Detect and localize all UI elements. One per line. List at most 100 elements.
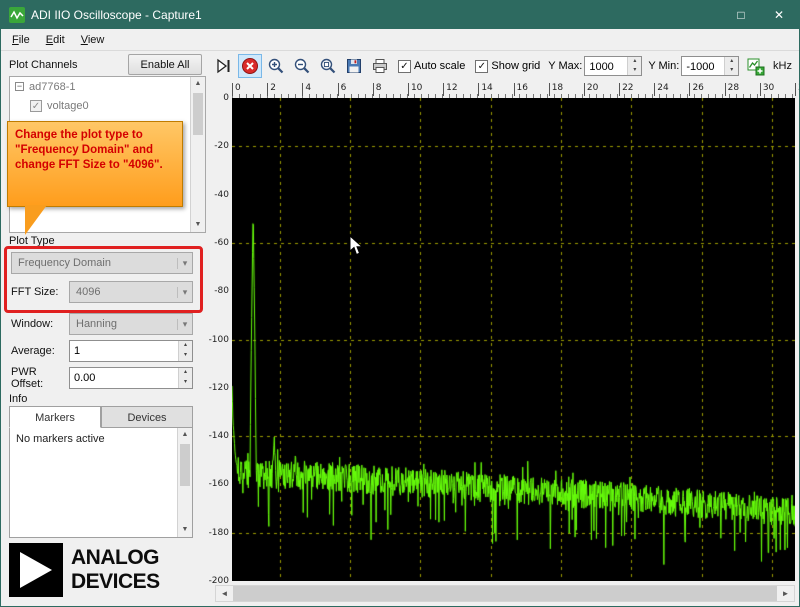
y-axis-tick-label: -140 <box>208 431 229 442</box>
markers-status-text: No markers active <box>16 433 105 445</box>
x-axis-tick-label: 8 <box>372 83 381 96</box>
tree-expander-icon[interactable]: − <box>15 82 24 91</box>
show-grid-label: Show grid <box>491 60 541 72</box>
device-row[interactable]: − ad7768-1 <box>10 77 205 96</box>
markers-scrollbar-thumb[interactable] <box>180 444 190 486</box>
stop-capture-icon[interactable] <box>238 54 262 78</box>
callout-tail <box>25 205 47 235</box>
tree-scrollbar-thumb[interactable] <box>193 93 203 135</box>
fft-plot-canvas[interactable] <box>232 98 795 581</box>
x-axis-tick-label: 30 <box>759 83 774 96</box>
print-icon[interactable] <box>368 54 392 78</box>
y-min-stepper[interactable]: -1000 ▴ ▾ <box>681 56 740 76</box>
info-label: Info <box>9 393 28 405</box>
plot-type-value: Frequency Domain <box>18 257 111 269</box>
pwr-offset-row: PWR Offset: 0.00 ▴ ▾ <box>11 366 193 390</box>
x-axis-tick-label: 16 <box>513 83 528 96</box>
chevron-down-icon: ▾ <box>177 286 192 298</box>
plot-pane: ✓ Auto scale ✓ Show grid Y Max: 1000 ▴ ▾ <box>208 51 799 606</box>
spin-down-icon[interactable]: ▾ <box>179 378 192 388</box>
close-button[interactable]: ✕ <box>763 1 795 29</box>
device-label: ad7768-1 <box>29 80 76 93</box>
x-axis-labels: 02468101214161820222426283032 <box>208 81 799 98</box>
adi-triangle-icon <box>9 543 63 597</box>
markers-scrollbar[interactable]: ▲ ▼ <box>177 428 192 537</box>
spin-up-icon[interactable]: ▴ <box>725 57 739 66</box>
window-dropdown[interactable]: Hanning ▾ <box>69 313 193 335</box>
x-axis-tick-label: 28 <box>724 83 739 96</box>
pwr-offset-stepper[interactable]: 0.00 ▴ ▾ <box>69 367 193 389</box>
scroll-left-icon[interactable]: ◄ <box>216 586 233 601</box>
scroll-up-icon[interactable]: ▲ <box>178 428 192 442</box>
zoom-out-icon[interactable] <box>290 54 314 78</box>
sidebar: Plot Channels Enable All − ad7768-1 ✓ vo… <box>1 51 208 606</box>
info-tabs: Markers Devices <box>9 406 193 428</box>
y-max-stepper[interactable]: 1000 ▴ ▾ <box>584 56 643 76</box>
spin-down-icon[interactable]: ▾ <box>725 66 739 75</box>
chevron-down-icon: ▾ <box>177 257 192 269</box>
tree-scrollbar-track[interactable] <box>191 91 205 218</box>
menu-edit[interactable]: Edit <box>38 31 73 49</box>
spin-down-icon[interactable]: ▾ <box>179 351 192 361</box>
spin-up-icon[interactable]: ▴ <box>179 341 192 351</box>
spin-down-icon[interactable]: ▾ <box>628 66 642 75</box>
pwr-offset-label: PWR Offset: <box>11 366 44 390</box>
check-icon[interactable]: ✓ <box>475 59 489 73</box>
tab-markers[interactable]: Markers <box>9 406 101 428</box>
spin-up-icon[interactable]: ▴ <box>628 57 642 66</box>
y-axis-tick-label: 0 <box>223 93 229 103</box>
tree-scrollbar[interactable]: ▲ ▼ <box>190 77 205 232</box>
average-stepper[interactable]: 1 ▴ ▾ <box>69 340 193 362</box>
y-min-value[interactable]: -1000 <box>682 57 724 75</box>
tab-devices[interactable]: Devices <box>101 406 193 428</box>
channel-row[interactable]: ✓ voltage0 <box>10 96 205 115</box>
save-plot-icon[interactable] <box>342 54 366 78</box>
scroll-down-icon[interactable]: ▼ <box>191 218 205 232</box>
average-label: Average: <box>11 345 55 357</box>
window-title: ADI IIO Oscilloscope - Capture1 <box>31 8 202 22</box>
menu-view[interactable]: View <box>73 31 113 49</box>
h-scrollbar-thumb[interactable] <box>233 586 777 601</box>
scroll-right-icon[interactable]: ► <box>777 586 794 601</box>
plot-channels-header: Plot Channels Enable All <box>1 51 208 76</box>
plot-type-dropdown[interactable]: Frequency Domain ▾ <box>11 252 193 274</box>
y-axis-tick-label: -160 <box>208 479 229 490</box>
plot-h-scrollbar[interactable]: ◄ ► <box>215 585 795 602</box>
zoom-fit-icon[interactable] <box>316 54 340 78</box>
markers-scrollbar-track[interactable] <box>178 442 192 523</box>
new-plot-icon[interactable] <box>743 54 767 78</box>
enable-all-button[interactable]: Enable All <box>128 54 202 75</box>
fft-size-dropdown[interactable]: 4096 ▾ <box>69 281 193 303</box>
single-capture-icon[interactable] <box>212 54 236 78</box>
x-axis-tick-label: 4 <box>302 83 311 96</box>
y-max-value[interactable]: 1000 <box>585 57 627 75</box>
zoom-in-icon[interactable] <box>264 54 288 78</box>
x-axis-tick-label: 12 <box>443 83 458 96</box>
y-max-control: Y Max: 1000 ▴ ▾ <box>548 56 643 76</box>
show-grid-checkbox[interactable]: ✓ Show grid <box>475 59 541 73</box>
scroll-down-icon[interactable]: ▼ <box>178 523 192 537</box>
average-row: Average: 1 ▴ ▾ <box>11 340 193 362</box>
pwr-offset-value[interactable]: 0.00 <box>70 368 178 388</box>
check-icon[interactable]: ✓ <box>398 59 411 73</box>
voltage0-checkbox[interactable]: ✓ <box>30 99 42 112</box>
x-axis-tick-label: 0 <box>232 83 241 96</box>
h-scrollbar-track[interactable] <box>233 586 777 601</box>
fft-size-label: FFT Size: <box>11 286 59 298</box>
y-axis-tick-label: -180 <box>208 527 229 538</box>
markers-panel: No markers active ▲ ▼ <box>9 428 193 538</box>
window-label: Window: <box>11 318 54 330</box>
auto-scale-label: Auto scale <box>414 60 466 72</box>
plot-channels-label: Plot Channels <box>9 58 78 71</box>
menu-file[interactable]: File <box>4 31 38 49</box>
analog-devices-logo: ANALOG DEVICES <box>9 543 160 597</box>
average-value[interactable]: 1 <box>70 341 178 361</box>
y-axis-tick-label: -120 <box>208 382 229 393</box>
scroll-up-icon[interactable]: ▲ <box>191 77 205 91</box>
maximize-button[interactable]: □ <box>725 1 757 29</box>
chevron-down-icon: ▾ <box>177 318 192 330</box>
plot-type-label: Plot Type <box>9 235 55 247</box>
y-axis-labels: 0 -20 -40 -60 -80 -100 -120 -140 -160 -180 -200 <box>208 93 232 586</box>
auto-scale-checkbox[interactable]: ✓ Auto scale <box>398 59 466 73</box>
spin-up-icon[interactable]: ▴ <box>179 368 192 378</box>
